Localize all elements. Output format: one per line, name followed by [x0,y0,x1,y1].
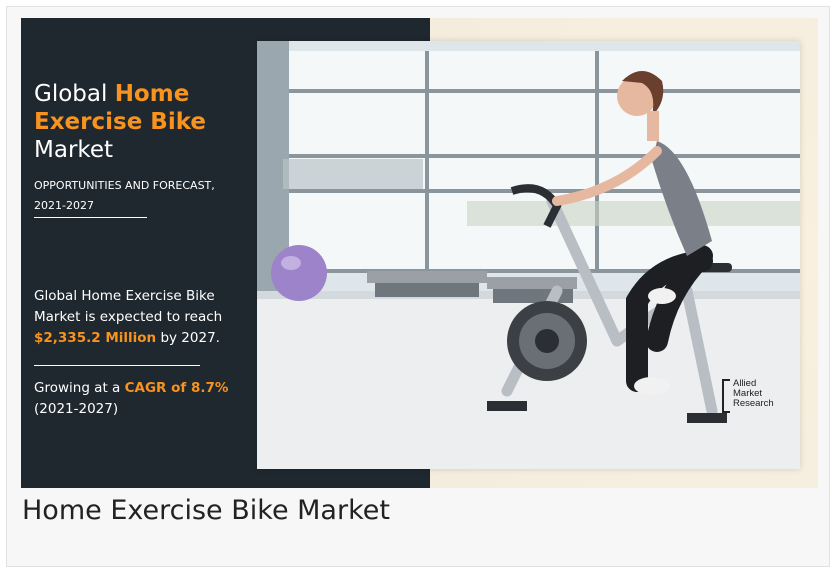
subtitle-line1: OPPORTUNITIES AND FORECAST, [34,179,215,192]
divider [34,217,147,218]
cagr-value: CAGR of 8.7% [124,380,229,396]
growth-statement: Growing at a CAGR of 8.7% (2021-2027) [34,378,262,420]
banner-subtitle: OPPORTUNITIES AND FORECAST, 2021-2027 [34,176,254,216]
logo-line3: Research [733,398,774,409]
market-banner: Global Home Exercise Bike Market OPPORTU… [21,18,818,488]
image-caption: Home Exercise Bike Market [22,495,390,526]
exercise-bike-photo [257,41,800,469]
subtitle-line2: 2021-2027 [34,199,94,212]
divider [34,365,200,366]
title-suffix: Market [34,137,114,163]
growth-prefix: Growing at a [34,380,125,396]
logo-text: Allied Market Research [733,379,774,409]
desc-suffix: by 2027. [156,330,220,346]
banner-title: Global Home Exercise Bike Market [34,80,254,164]
title-prefix: Global [34,81,115,107]
logo-mark-icon [722,379,730,413]
desc-prefix: Global Home Exercise Bike Market is expe… [34,288,223,325]
growth-period: (2021-2027) [34,401,119,417]
allied-market-research-logo: Allied Market Research [722,379,792,417]
market-description: Global Home Exercise Bike Market is expe… [34,286,262,349]
market-value: $2,335.2 Million [34,330,157,346]
gym-scene-illustration [257,41,800,469]
